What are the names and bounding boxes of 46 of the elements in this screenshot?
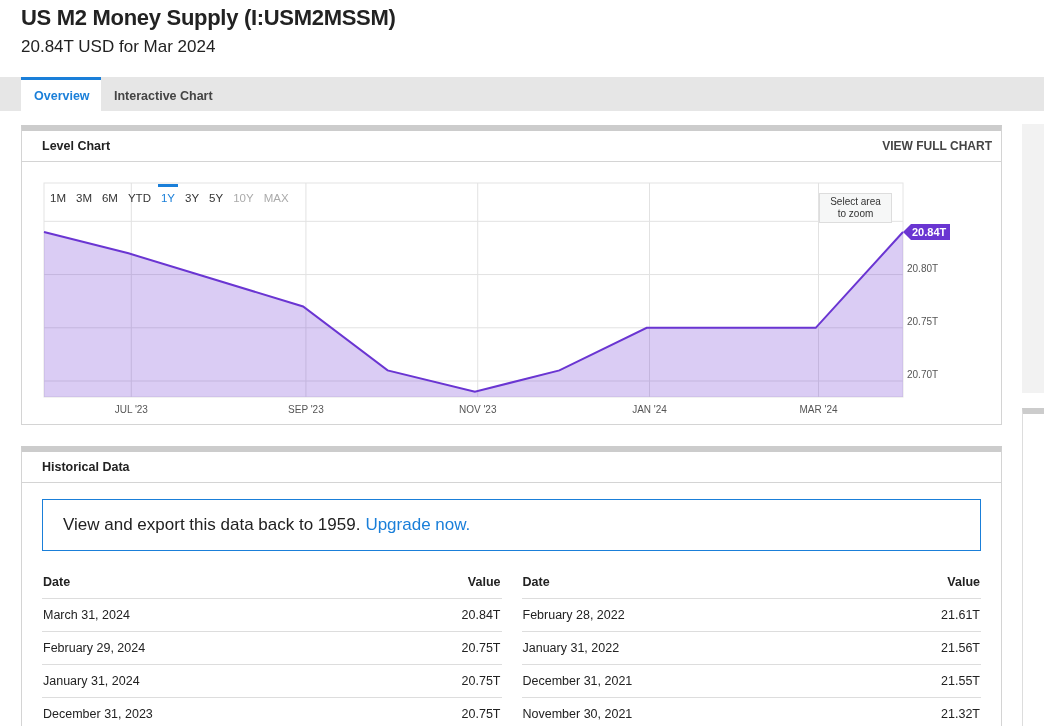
banner-text: View and export this data back to 1959. [63,515,361,535]
x-axis-label: JUL '23 [114,404,148,415]
x-axis-label: JAN '24 [632,404,667,415]
table-cell: 20.84T [378,598,502,632]
x-axis-label: NOV '23 [459,404,497,415]
range-button[interactable]: 3Y [182,184,203,209]
range-button[interactable]: 1Y [157,184,179,209]
table-cell: February 28, 2022 [521,598,858,632]
table-cell: 20.75T [378,697,502,726]
last-value-badge: 20.84T [903,224,950,240]
tab[interactable]: Interactive Chart [101,77,226,111]
tab[interactable]: Overview [21,77,101,111]
table-cell: December 31, 2021 [521,664,858,698]
table-cell: March 31, 2024 [42,598,379,632]
y-axis-label: 20.80T [907,262,939,274]
table-cell: January 31, 2022 [521,631,858,665]
table-cell: 20.75T [378,664,502,698]
upgrade-link[interactable]: Upgrade now. [365,515,471,535]
card-title: Level Chart [42,139,111,153]
table-cell: November 30, 2021 [521,697,858,726]
column-header: Value [378,565,502,599]
range-button[interactable]: 5Y [206,184,227,209]
latest-value: 20.84T USD for Mar 2024 [20,36,217,57]
zoom-hint: Select area to zoom [819,193,892,223]
table-cell: 21.32T [857,697,981,726]
y-axis-label: 20.75T [907,315,939,327]
table-cell: 20.75T [378,631,502,665]
column-header: Date [521,565,858,599]
range-button[interactable]: 1M [47,184,69,209]
card-title: Historical Data [42,460,130,474]
table-cell: 21.55T [857,664,981,698]
table-cell: 21.61T [857,598,981,632]
table-cell: February 29, 2024 [42,631,379,665]
table-cell: December 31, 2023 [42,697,379,726]
table-cell: January 31, 2024 [42,664,379,698]
x-axis-label: MAR '24 [799,404,838,415]
range-button[interactable]: 6M [98,184,121,209]
range-button[interactable]: YTD [124,184,154,209]
view-full-chart-link[interactable]: VIEW FULL CHART [882,139,992,153]
y-axis-label: 20.70T [907,369,939,381]
column-header: Date [42,565,379,599]
range-button[interactable]: 3M [73,184,95,209]
x-axis-label: SEP '23 [288,404,324,415]
page-title: US M2 Money Supply (I:USM2MSSM) [20,4,397,31]
table-cell: 21.56T [857,631,981,665]
column-header: Value [857,565,981,599]
